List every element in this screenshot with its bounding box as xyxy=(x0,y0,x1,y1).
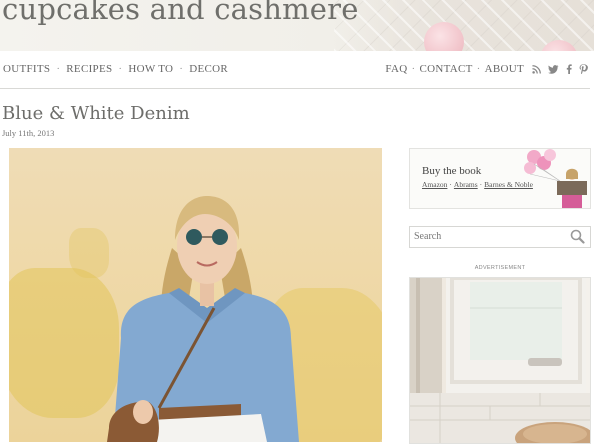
pinterest-icon[interactable] xyxy=(579,64,588,74)
advertisement-label: ADVERTISEMENT xyxy=(474,265,526,271)
search-icon[interactable] xyxy=(570,229,585,248)
nav-left: OUTFITS · RECIPES · HOW TO · DECOR xyxy=(3,63,228,75)
site-title[interactable]: cupcakes and cashmere xyxy=(2,0,359,26)
nav-separator: · xyxy=(118,63,123,75)
nav-item-faq[interactable]: FAQ xyxy=(385,63,407,75)
book-promo-links: Amazon · Abrams · Barnes & Noble xyxy=(422,180,533,189)
main-nav: OUTFITS · RECIPES · HOW TO · DECOR FAQ ·… xyxy=(0,60,594,80)
post-date: July 11th, 2013 xyxy=(2,128,55,138)
nav-item-outfits[interactable]: OUTFITS xyxy=(3,63,50,75)
nav-right: FAQ · CONTACT · ABOUT xyxy=(385,63,588,75)
book-link-abrams[interactable]: Abrams xyxy=(454,180,478,189)
book-promo[interactable]: Buy the book Amazon · Abrams · Barnes & Nobl… xyxy=(409,148,591,209)
twitter-icon[interactable] xyxy=(548,64,559,74)
advertisement-image[interactable] xyxy=(409,277,591,444)
nav-item-decor[interactable]: DECOR xyxy=(189,63,228,75)
nav-separator: · xyxy=(56,63,61,75)
book-promo-heading[interactable]: Buy the book xyxy=(422,165,481,177)
nav-item-how-to[interactable]: HOW TO xyxy=(128,63,173,75)
site-header: cupcakes and cashmere xyxy=(0,0,594,51)
link-separator: · xyxy=(449,180,452,189)
search-box[interactable] xyxy=(409,226,591,248)
nav-divider xyxy=(0,88,590,89)
facebook-icon[interactable] xyxy=(566,64,572,74)
rss-icon[interactable] xyxy=(532,64,541,74)
nav-separator: · xyxy=(179,63,184,75)
link-separator: · xyxy=(479,180,483,189)
nav-separator: · xyxy=(476,63,481,75)
nav-item-contact[interactable]: CONTACT xyxy=(419,63,472,75)
model-figure xyxy=(107,196,299,442)
nav-separator: · xyxy=(411,63,416,75)
book-link-amazon[interactable]: Amazon xyxy=(422,180,447,189)
nav-item-recipes[interactable]: RECIPES xyxy=(66,63,112,75)
post-photo[interactable] xyxy=(9,148,382,442)
nav-item-about[interactable]: ABOUT xyxy=(485,63,524,75)
post-title[interactable]: Blue & White Denim xyxy=(2,103,190,124)
social-links xyxy=(532,64,588,74)
search-input[interactable] xyxy=(414,229,564,244)
book-promo-illustration xyxy=(524,149,587,208)
ad-illustration xyxy=(410,278,590,443)
